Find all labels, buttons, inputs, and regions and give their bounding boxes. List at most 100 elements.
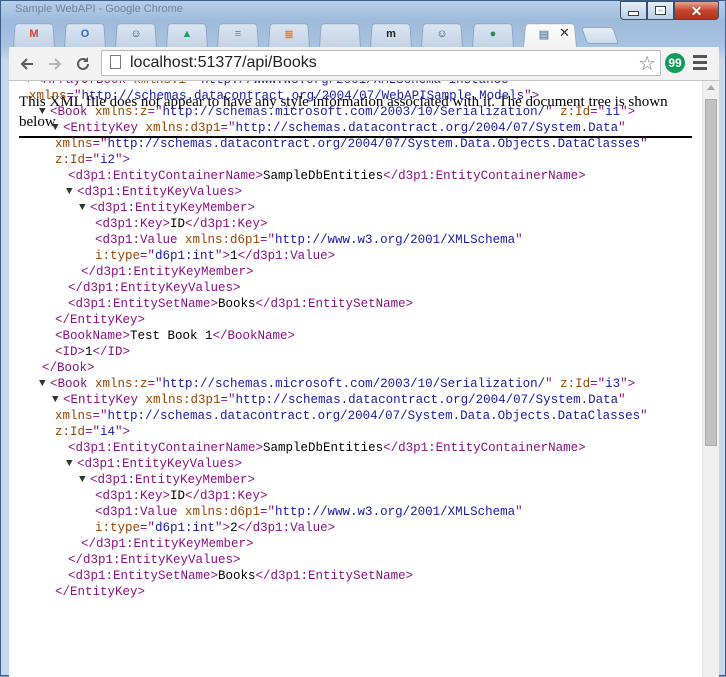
vertical-scrollbar[interactable] — [702, 81, 719, 677]
xml-tag: <EntityKey — [63, 393, 146, 407]
stackoverflow-icon: ≣ — [284, 28, 294, 41]
xml-tag: <d3p1:EntityKeyMember> — [90, 473, 256, 487]
hangouts-extension-icon[interactable]: 99 — [665, 53, 685, 73]
xml-text: Books — [218, 569, 256, 583]
xml-tag: " — [515, 505, 523, 519]
xml-tag: </d3p1:Value> — [237, 521, 336, 535]
collapse-triangle-icon[interactable]: ▼ — [39, 376, 46, 392]
xml-attribute: xmlns:d3p1 — [145, 121, 221, 135]
xml-attribute: z:Id — [55, 153, 86, 167]
xml-text: ID — [170, 489, 186, 503]
xml-tag: </d3p1:EntityKeyMember> — [81, 265, 254, 279]
xml-attribute: xmlns:i — [134, 81, 187, 87]
chrome-menu-icon[interactable] — [693, 55, 707, 73]
minimize-button[interactable] — [620, 1, 647, 20]
xml-line: z:Id="i2"> — [55, 152, 130, 168]
xml-attribute-value: http://www.w3.org/2001/XMLSchema — [275, 233, 516, 247]
xml-tag: <d3p1:EntityKeyValues> — [77, 457, 243, 471]
collapse-triangle-icon[interactable]: ▼ — [66, 184, 73, 200]
collapse-triangle-icon[interactable]: ▼ — [79, 472, 86, 488]
xml-line: z:Id="i4"> — [55, 424, 130, 440]
xml-tag: =" — [260, 233, 276, 247]
xml-attribute: xmlns:d6p1 — [185, 233, 261, 247]
xml-text: Books — [218, 297, 256, 311]
collapse-triangle-icon[interactable]: ▼ — [52, 120, 59, 136]
xml-line: </EntityKey> — [55, 584, 145, 600]
xml-tag: <d3p1:Key> — [95, 489, 171, 503]
xml-tag: " — [545, 105, 561, 119]
xml-line: </d3p1:EntityKeyValues> — [68, 552, 241, 568]
new-tab-button[interactable] — [580, 27, 620, 44]
collapse-triangle-icon[interactable]: ▼ — [52, 392, 59, 408]
close-tab-icon[interactable]: ✕ — [559, 25, 570, 41]
xml-document-icon: ▤ — [538, 28, 550, 41]
xml-tag: "> — [215, 521, 231, 535]
xml-attribute: xmlns — [55, 137, 93, 151]
xml-line: <ArrayOfBook xmlns:i="http://www.w3.org/… — [36, 81, 516, 88]
xml-tag: =" — [186, 81, 201, 87]
xml-tag: =" — [140, 521, 156, 535]
collapse-triangle-icon[interactable]: ▼ — [66, 456, 73, 472]
xml-tag: </d3p1:EntitySetName> — [255, 569, 414, 583]
xml-line: i:type="d6p1:int">2</d3p1:Value> — [95, 520, 335, 536]
xml-attribute-value: http://schemas.datacontract.org/2004/07/… — [107, 409, 641, 423]
xml-line: <d3p1:Key>ID</d3p1:Key> — [95, 488, 268, 504]
collapse-triangle-icon[interactable]: ▼ — [25, 81, 32, 88]
address-bar[interactable]: localhost:51377/api/Books ☆ — [101, 50, 661, 76]
xml-line: <Book xmlns:z="http://schemas.microsoft.… — [50, 376, 635, 392]
xml-tag: <BookName> — [55, 329, 131, 343]
reload-button[interactable] — [71, 52, 95, 76]
xml-line: </d3p1:EntityKeyMember> — [81, 264, 254, 280]
bitbucket-icon: ☺ — [436, 28, 448, 40]
back-button[interactable] — [15, 52, 39, 76]
xml-attribute-value: i4 — [100, 425, 116, 439]
xml-line: <d3p1:EntityContainerName>SampleDbEntiti… — [68, 440, 586, 456]
xml-tag: </BookName> — [212, 329, 296, 343]
xml-tag: </Book> — [42, 361, 95, 375]
scroll-thumb[interactable] — [705, 99, 717, 446]
scroll-up-arrow-icon[interactable] — [707, 85, 715, 90]
xml-tag: =" — [147, 105, 163, 119]
xml-tag: <ID> — [55, 345, 86, 359]
xml-tag: =" — [140, 249, 156, 263]
forward-button[interactable] — [43, 52, 67, 76]
xml-tag: </d3p1:EntityKeyValues> — [68, 553, 241, 567]
medium-icon: m — [386, 28, 396, 40]
google-drive-icon: ▲ — [181, 28, 193, 40]
back-arrow-icon — [20, 58, 33, 70]
xml-tag: </d3p1:EntitySetName> — [255, 297, 414, 311]
xml-tag: </d3p1:EntityContainerName> — [383, 169, 586, 183]
collapse-triangle-icon[interactable]: ▼ — [39, 104, 46, 120]
minimize-icon — [628, 11, 639, 16]
xml-attribute-value: i3 — [605, 377, 621, 391]
xml-tag: <Book — [50, 105, 96, 119]
reload-icon — [77, 57, 89, 70]
xml-tag: <d3p1:EntityContainerName> — [68, 441, 264, 455]
xml-attribute-value: d6p1:int — [155, 521, 216, 535]
xml-tag: =" — [590, 105, 606, 119]
xml-line: <d3p1:EntityKeyValues> — [77, 456, 242, 472]
url-text[interactable]: localhost:51377/api/Books — [130, 54, 317, 72]
bookmark-star-icon[interactable]: ☆ — [638, 51, 656, 76]
xml-attribute-value: i1 — [605, 105, 621, 119]
xml-tag: " — [618, 393, 626, 407]
collapse-triangle-icon[interactable]: ▼ — [79, 200, 86, 216]
xml-attribute: z:Id — [55, 425, 86, 439]
xml-line: <d3p1:EntityKeyValues> — [77, 184, 242, 200]
xml-line: <d3p1:EntitySetName>Books</d3p1:EntitySe… — [68, 568, 413, 584]
xml-tag: "> — [215, 249, 231, 263]
xml-attribute: xmlns — [55, 409, 93, 423]
xml-text: SampleDbEntities — [263, 441, 384, 455]
close-window-button[interactable]: ✕ — [674, 1, 719, 20]
xml-line: <ID>1</ID> — [55, 344, 130, 360]
xml-line: <d3p1:EntityContainerName>SampleDbEntiti… — [68, 168, 586, 184]
xml-tag: "> — [115, 153, 131, 167]
xml-tag: <d3p1:Value — [95, 505, 186, 519]
xml-line: xmlns="http://schemas.datacontract.org/2… — [29, 88, 539, 104]
page-info-icon[interactable] — [110, 55, 121, 69]
blank-page-icon — [332, 26, 348, 42]
xml-tag: "> — [524, 89, 540, 103]
gmail-icon: M — [29, 28, 39, 40]
xml-line: <BookName>Test Book 1</BookName> — [55, 328, 295, 344]
maximize-button[interactable] — [647, 1, 674, 20]
